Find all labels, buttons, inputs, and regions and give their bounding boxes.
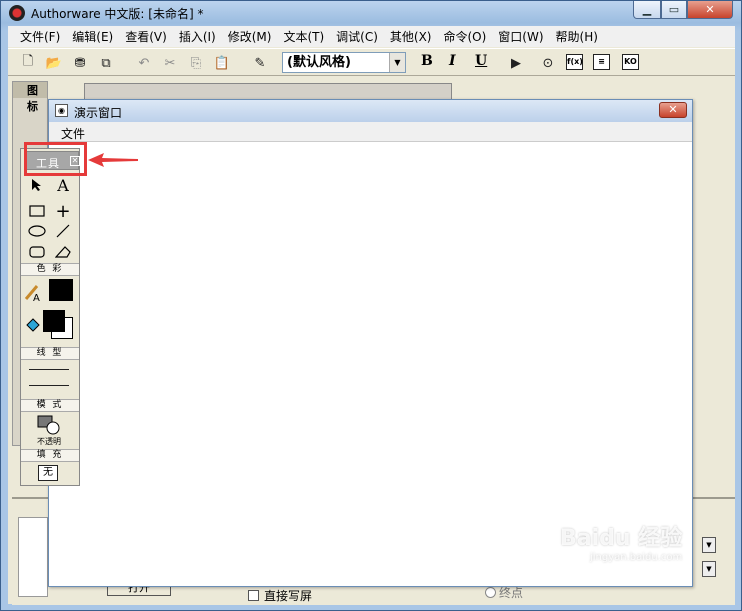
authorware-app-icon [9, 5, 25, 21]
polygon-tool-icon[interactable] [53, 242, 73, 262]
italic-button[interactable]: I [449, 53, 456, 69]
mode-section-label: 模 式 [21, 399, 79, 412]
red-arrow-icon [88, 153, 138, 167]
watermark-url: jingyan.baidu.com [590, 552, 683, 563]
menu-help[interactable]: 帮助(H) [550, 28, 604, 45]
cut-icon[interactable]: ✂ [160, 53, 180, 73]
variables-icon[interactable]: ≡ [593, 54, 610, 70]
chevron-down-icon[interactable]: ▼ [702, 537, 716, 553]
presentation-window: ◉ 演示窗口 ✕ 文件 [48, 99, 693, 587]
line-style-thin[interactable] [29, 369, 69, 370]
find-icon[interactable]: ✎ [250, 53, 270, 73]
pointer-tool-icon[interactable] [27, 175, 47, 195]
presentation-window-icon: ◉ [55, 104, 68, 117]
line-style-medium[interactable] [29, 385, 69, 386]
ellipse-tool-icon[interactable] [27, 221, 47, 241]
window-title: Authorware 中文版: [未命名] * [31, 7, 204, 21]
new-file-icon[interactable]: 🗋 [18, 53, 38, 73]
presentation-titlebar[interactable]: ◉ 演示窗口 ✕ [49, 100, 692, 122]
titlebar[interactable]: Authorware 中文版: [未命名] * ▁ ▭ ✕ [1, 1, 741, 25]
run-icon[interactable]: ▶ [506, 53, 526, 73]
highlight-box [24, 142, 87, 176]
line-color-swatch[interactable] [49, 279, 73, 301]
bold-button[interactable]: B [421, 53, 433, 69]
menu-bar: 文件(F) 编辑(E) 查看(V) 插入(I) 修改(M) 文本(T) 调试(C… [8, 26, 735, 47]
underline-button[interactable]: U [475, 53, 487, 69]
tools-palette: 工具 ✕ A + 色 彩 A 线 型 模 式 不透明 填 充 无 [20, 148, 80, 486]
text-tool-icon[interactable]: A [53, 175, 73, 195]
toolbar: 🗋 📂 ⛃ ⧉ ↶ ✂ ⎘ 📋 ✎ (默认风格) ▼ B I U ▶ ⊙ f(x… [8, 48, 735, 76]
menu-modify[interactable]: 修改(M) [222, 28, 278, 45]
direct-write-checkbox[interactable] [248, 590, 259, 601]
undo-icon[interactable]: ↶ [134, 53, 154, 73]
functions-icon[interactable]: f(x) [566, 54, 583, 70]
copy-icon[interactable]: ⎘ [186, 53, 206, 73]
menu-text[interactable]: 文本(T) [277, 28, 330, 45]
paint-bucket-icon[interactable] [23, 315, 43, 335]
import-icon[interactable]: ⧉ [96, 53, 116, 73]
style-select-value: (默认风格) [287, 55, 351, 70]
line-tool-icon[interactable] [53, 221, 73, 241]
fill-section-label: 填 充 [21, 449, 79, 462]
save-all-icon[interactable]: ⛃ [70, 53, 90, 73]
chevron-down-icon[interactable]: ▼ [389, 53, 405, 72]
paste-icon[interactable]: 📋 [212, 53, 232, 73]
baidu-watermark: Baidu 经验 jingyan.baidu.com [560, 520, 682, 563]
minimize-button[interactable]: ▁ [633, 1, 661, 19]
menu-window[interactable]: 窗口(W) [492, 28, 549, 45]
menu-file[interactable]: 文件(F) [14, 28, 66, 45]
direct-write-label: 直接写屏 [264, 589, 313, 603]
direct-write-option[interactable]: 直接写屏 [248, 587, 312, 604]
fill-none-button[interactable]: 无 [38, 465, 58, 481]
presentation-close-button[interactable]: ✕ [659, 102, 687, 118]
svg-text:A: A [33, 293, 40, 302]
presentation-menu-bar: 文件 [49, 122, 692, 142]
control-panel-icon[interactable]: ⊙ [538, 53, 558, 73]
watermark-text: Baidu 经验 [560, 526, 683, 551]
line-style-section-label: 线 型 [21, 347, 79, 360]
mode-opaque-icon[interactable] [37, 415, 61, 435]
maximize-button[interactable]: ▭ [661, 1, 687, 19]
crosshair-tool-icon[interactable]: + [53, 201, 73, 222]
menu-debug[interactable]: 调试(C) [330, 28, 384, 45]
menu-insert[interactable]: 插入(I) [173, 28, 222, 45]
menu-edit[interactable]: 编辑(E) [66, 28, 119, 45]
chevron-down-icon[interactable]: ▼ [702, 561, 716, 577]
close-button[interactable]: ✕ [687, 1, 733, 19]
rounded-rectangle-tool-icon[interactable] [27, 242, 47, 262]
knowledge-objects-icon[interactable]: KO [622, 54, 639, 70]
foreground-color-swatch[interactable] [43, 310, 65, 332]
mode-value: 不透明 [37, 437, 61, 446]
rectangle-tool-icon[interactable] [27, 201, 47, 221]
properties-preview [18, 517, 48, 597]
pencil-color-icon[interactable]: A [23, 282, 43, 302]
menu-command[interactable]: 命令(O) [437, 28, 492, 45]
open-folder-icon[interactable]: 📂 [44, 53, 64, 73]
menu-other[interactable]: 其他(X) [384, 28, 438, 45]
icons-panel-title: 图标 [13, 82, 47, 113]
presentation-menu-file[interactable]: 文件 [61, 125, 85, 142]
presentation-title: 演示窗口 [74, 106, 123, 120]
end-point-radio[interactable] [485, 587, 496, 598]
menu-view[interactable]: 查看(V) [119, 28, 173, 45]
style-select[interactable]: (默认风格) ▼ [282, 52, 406, 73]
color-section-label: 色 彩 [21, 263, 79, 276]
